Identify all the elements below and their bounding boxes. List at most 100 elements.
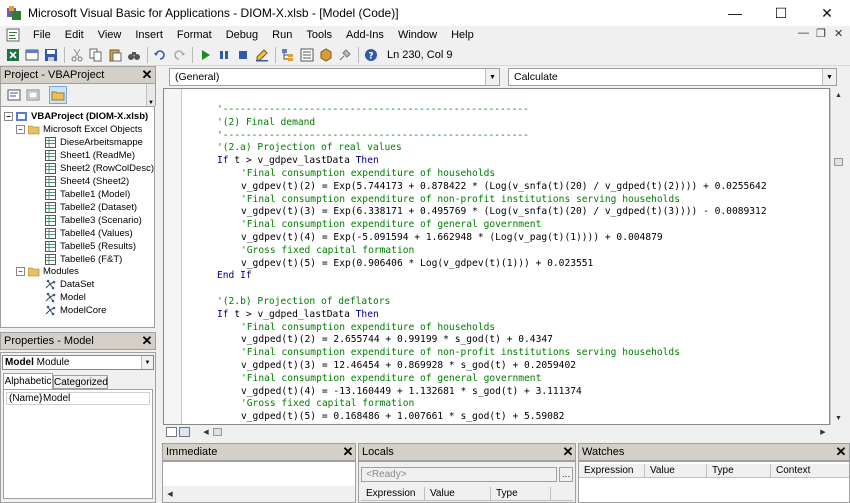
tree-root[interactable]: − VBAProject (DIOM-X.xlsb) <box>4 110 148 123</box>
property-row[interactable]: (Name) Model <box>6 392 150 405</box>
code-vertical-scrollbar[interactable]: ▲ ▼ <box>830 88 846 425</box>
menu-view[interactable]: View <box>91 29 129 41</box>
menu-insert[interactable]: Insert <box>128 29 170 41</box>
toggle-folders-icon[interactable] <box>49 86 67 104</box>
close-button[interactable]: ✕ <box>804 0 850 26</box>
immediate-hscroll[interactable]: ◀ <box>163 486 355 502</box>
property-value[interactable]: Model <box>41 393 70 404</box>
help-icon[interactable]: ? <box>362 46 380 64</box>
menu-debug[interactable]: Debug <box>219 29 265 41</box>
object-browser-icon[interactable] <box>317 46 335 64</box>
tree-module-item[interactable]: Model <box>45 291 86 304</box>
watches-col-type[interactable]: Type <box>707 464 771 477</box>
tree-object-item[interactable]: Tabelle4 (Values) <box>45 227 133 240</box>
tree-excel-objects-folder[interactable]: − Microsoft Excel Objects <box>16 123 142 136</box>
menu-edit[interactable]: Edit <box>58 29 91 41</box>
tree-object-item[interactable]: Tabelle2 (Dataset) <box>45 201 137 214</box>
locals-col-expression[interactable]: Expression <box>361 487 425 500</box>
worksheet-icon <box>45 163 56 174</box>
menu-format[interactable]: Format <box>170 29 219 41</box>
project-close-icon[interactable]: ✕ <box>139 67 155 83</box>
tree-object-item[interactable]: DieseArbeitsmappe <box>45 136 143 149</box>
watches-close-icon[interactable]: ✕ <box>833 444 849 460</box>
collapse-icon[interactable]: − <box>4 112 13 121</box>
tree-object-item[interactable]: Tabelle1 (Model) <box>45 188 130 201</box>
chevron-down-icon[interactable]: ▼ <box>485 69 499 85</box>
view-excel-icon[interactable] <box>4 46 22 64</box>
cut-icon[interactable] <box>68 46 86 64</box>
scroll-right-icon[interactable]: ▶ <box>816 425 830 439</box>
redo-icon[interactable] <box>170 46 188 64</box>
tab-categorized[interactable]: Categorized <box>53 375 108 389</box>
object-selector[interactable]: Model Module ▼ <box>2 355 154 370</box>
menu-add-ins[interactable]: Add-Ins <box>339 29 391 41</box>
tree-modules-folder[interactable]: − Modules <box>16 265 79 278</box>
watches-col-expression[interactable]: Expression <box>579 464 645 477</box>
watches-col-value[interactable]: Value <box>645 464 707 477</box>
menu-window[interactable]: Window <box>391 29 444 41</box>
collapse-icon[interactable]: − <box>16 125 25 134</box>
code-window-icon[interactable] <box>6 28 20 42</box>
scroll-left-icon[interactable]: ◀ <box>199 425 213 439</box>
tree-object-item[interactable]: Sheet4 (Sheet2) <box>45 175 129 188</box>
mdi-restore-button[interactable]: ❐ <box>816 27 826 40</box>
code-editor[interactable]: '---------------------------------------… <box>163 88 830 425</box>
tree-object-item[interactable]: Tabelle5 (Results) <box>45 240 136 253</box>
chevron-down-icon[interactable]: ▼ <box>822 69 836 85</box>
tree-module-item[interactable]: ModelCore <box>45 304 106 317</box>
project-explorer-icon[interactable] <box>279 46 297 64</box>
scroll-down-icon[interactable]: ▼ <box>831 411 846 425</box>
full-module-view-icon[interactable] <box>179 427 190 437</box>
view-code-icon[interactable] <box>5 86 23 104</box>
properties-close-icon[interactable]: ✕ <box>139 333 155 349</box>
menu-file[interactable]: File <box>26 29 58 41</box>
maximize-button[interactable]: ☐ <box>758 0 804 26</box>
call-stack-button[interactable]: … <box>559 467 573 482</box>
immediate-window[interactable]: ◀ <box>162 461 356 503</box>
properties-icon[interactable] <box>298 46 316 64</box>
project-toolbar-scroll[interactable]: ▼ <box>146 84 155 106</box>
mdi-minimize-button[interactable]: — <box>798 27 809 39</box>
worksheet-icon <box>45 137 56 148</box>
minimize-button[interactable]: — <box>712 0 758 26</box>
tree-module-item[interactable]: DataSet <box>45 278 94 291</box>
scroll-left-icon[interactable]: ◀ <box>163 486 177 502</box>
menu-help[interactable]: Help <box>444 29 481 41</box>
procedure-dropdown[interactable]: Calculate ▼ <box>508 68 837 86</box>
procedure-view-icon[interactable] <box>166 427 177 437</box>
copy-icon[interactable] <box>87 46 105 64</box>
object-dropdown[interactable]: (General) ▼ <box>169 68 500 86</box>
undo-icon[interactable] <box>151 46 169 64</box>
break-icon[interactable] <box>215 46 233 64</box>
chevron-down-icon[interactable]: ▼ <box>141 356 153 369</box>
menu-tools[interactable]: Tools <box>299 29 339 41</box>
locals-col-value[interactable]: Value <box>425 487 491 500</box>
breakpoint-margin[interactable] <box>164 89 182 424</box>
scroll-up-icon[interactable]: ▲ <box>831 88 846 102</box>
insert-userform-icon[interactable] <box>23 46 41 64</box>
code-horizontal-scrollbar[interactable]: ◀ ▶ <box>199 425 830 439</box>
properties-panel-label: Properties - Model <box>4 335 94 347</box>
view-object-icon[interactable] <box>24 86 42 104</box>
save-icon[interactable] <box>42 46 60 64</box>
watches-col-context[interactable]: Context <box>771 464 847 477</box>
tree-object-item[interactable]: Tabelle3 (Scenario) <box>45 214 142 227</box>
scroll-thumb[interactable] <box>834 158 843 166</box>
collapse-icon[interactable]: − <box>16 267 25 276</box>
find-icon[interactable] <box>125 46 143 64</box>
menu-run[interactable]: Run <box>265 29 299 41</box>
locals-col-type[interactable]: Type <box>491 487 551 500</box>
tree-object-item[interactable]: Sheet2 (RowColDesc) <box>45 162 154 175</box>
reset-icon[interactable] <box>234 46 252 64</box>
hscroll-thumb[interactable] <box>213 428 222 436</box>
paste-icon[interactable] <box>106 46 124 64</box>
tab-alphabetic[interactable]: Alphabetic <box>3 373 53 389</box>
design-mode-icon[interactable] <box>253 46 271 64</box>
mdi-close-button[interactable]: ✕ <box>834 27 843 40</box>
toolbox-icon[interactable] <box>336 46 354 64</box>
immediate-close-icon[interactable]: ✕ <box>340 444 356 460</box>
run-icon[interactable] <box>196 46 214 64</box>
code-comment-line: 'Gross fixed capital formation <box>241 398 415 410</box>
tree-object-item[interactable]: Sheet1 (ReadMe) <box>45 149 135 162</box>
locals-close-icon[interactable]: ✕ <box>560 444 576 460</box>
